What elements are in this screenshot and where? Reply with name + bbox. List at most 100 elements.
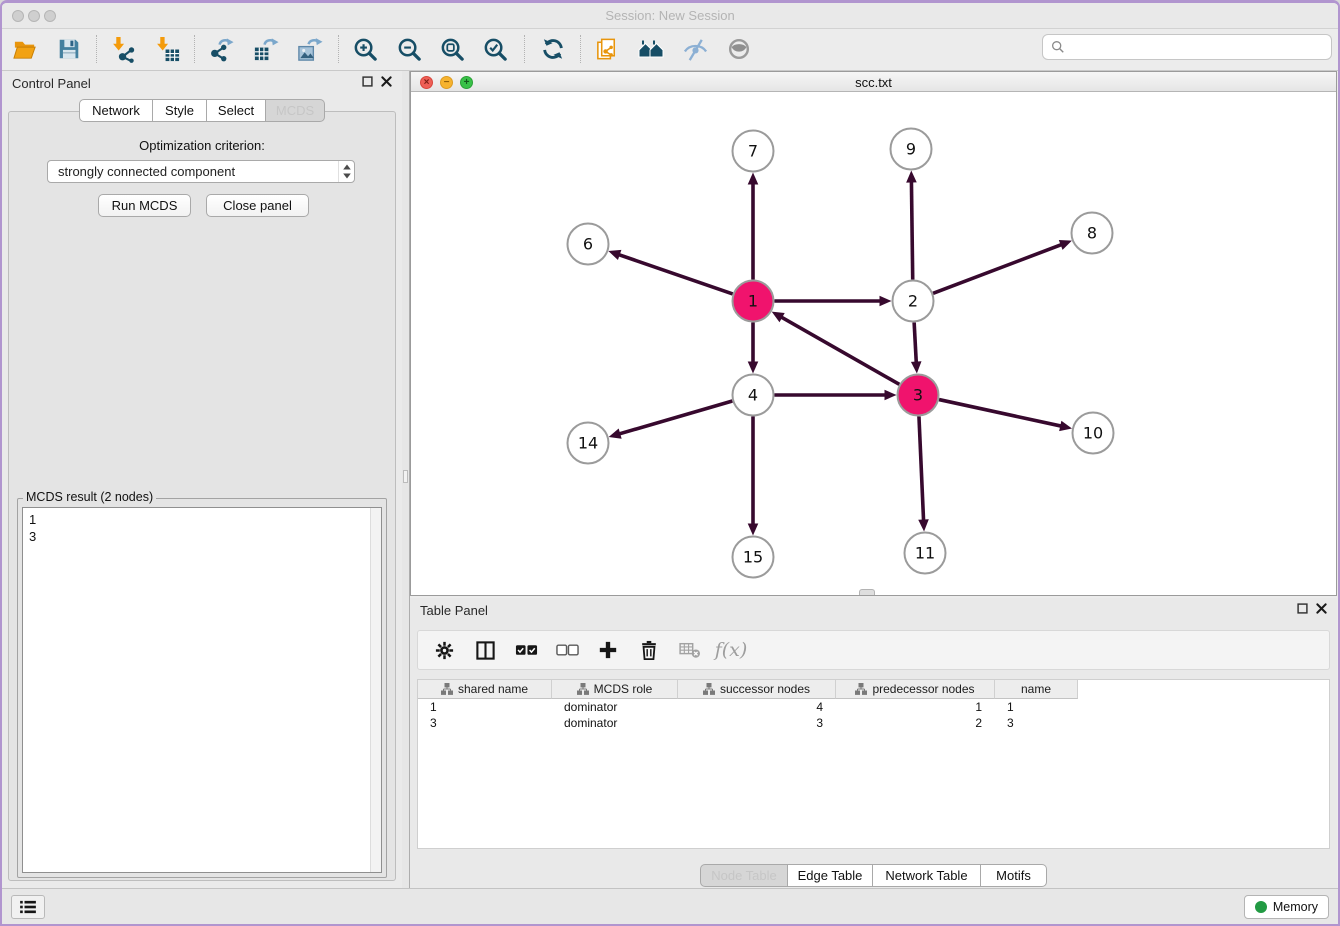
unselect-all-columns-button[interactable] (555, 638, 579, 662)
graph-edge-4-3[interactable] (775, 390, 897, 401)
table-cell[interactable]: 4 (678, 699, 836, 715)
graph-node-9[interactable]: 9 (891, 129, 932, 170)
delete-table-button[interactable] (678, 638, 702, 662)
mcds-result-text[interactable]: 1 3 (23, 508, 369, 872)
delete-column-button[interactable] (637, 638, 661, 662)
table-cell[interactable]: dominator (552, 699, 678, 715)
vertical-splitter[interactable] (402, 71, 410, 893)
splitter-grip[interactable] (403, 470, 408, 483)
close-panel-icon[interactable] (381, 76, 392, 87)
column-header-name[interactable]: name (995, 680, 1078, 699)
first-neighbors-button[interactable] (636, 33, 666, 65)
function-builder-button[interactable]: f(x) (719, 638, 743, 662)
float-panel-icon[interactable] (1297, 603, 1308, 614)
zoom-fit-button[interactable] (437, 33, 467, 65)
graph-node-4[interactable]: 4 (733, 375, 774, 416)
graph-node-1[interactable]: 1 (733, 281, 774, 322)
optimization-criterion-label: Optimization criterion: (9, 138, 395, 153)
graph-edge-1-6[interactable] (608, 250, 732, 294)
export-image-button[interactable] (294, 33, 324, 65)
table-cell[interactable]: 1 (995, 699, 1078, 715)
trash-icon (639, 640, 659, 661)
show-all-button[interactable] (724, 33, 754, 65)
show-column-browser-button[interactable] (473, 638, 497, 662)
main-toolbar (2, 29, 1338, 71)
graph-node-14[interactable]: 14 (568, 423, 609, 464)
save-session-button[interactable] (54, 33, 84, 65)
task-history-button[interactable] (11, 895, 45, 919)
zoom-in-button[interactable] (350, 33, 380, 65)
table-cell[interactable]: 1 (418, 699, 552, 715)
tab-network[interactable]: Network (79, 99, 153, 122)
graph-edge-1-2[interactable] (775, 296, 892, 307)
network-resize-handle[interactable] (859, 589, 875, 595)
float-panel-icon[interactable] (362, 76, 373, 87)
title-bar: Session: New Session (2, 3, 1338, 29)
apply-layout-button[interactable] (538, 33, 568, 65)
tab-mcds[interactable]: MCDS (266, 99, 325, 122)
graph-node-3[interactable]: 3 (898, 375, 939, 416)
network-window-titlebar: × − + scc.txt (411, 72, 1336, 92)
tab-style[interactable]: Style (153, 99, 207, 122)
right-column: × − + scc.txt 1234678910111415 Table Pan… (410, 71, 1338, 893)
graph-node-15[interactable]: 15 (733, 537, 774, 578)
close-panel-icon[interactable] (1316, 603, 1327, 614)
network-canvas[interactable]: 1 2 3 4 6 7 8 9 10 11 14 15 (411, 93, 1336, 595)
graph-edge-3-11[interactable] (918, 416, 929, 531)
table-cell[interactable]: dominator (552, 715, 678, 731)
import-network-button[interactable] (108, 33, 138, 65)
table-cell[interactable]: 2 (836, 715, 995, 731)
tab-node-table[interactable]: Node Table (700, 864, 788, 887)
table-settings-button[interactable] (432, 638, 456, 662)
graph-edge-2-3[interactable] (911, 322, 922, 373)
select-all-columns-button[interactable] (514, 638, 538, 662)
run-mcds-button[interactable]: Run MCDS (98, 194, 191, 217)
column-header-shared-name[interactable]: shared name (418, 680, 552, 699)
tab-edge-table[interactable]: Edge Table (788, 864, 873, 887)
table-cell[interactable]: 1 (836, 699, 995, 715)
graph-node-6[interactable]: 6 (568, 224, 609, 265)
tab-select[interactable]: Select (207, 99, 266, 122)
search-input[interactable] (1071, 39, 1323, 56)
import-network-icon (110, 36, 137, 63)
tab-network-table[interactable]: Network Table (873, 864, 981, 887)
zoom-selected-button[interactable] (480, 33, 510, 65)
column-header-predecessor-nodes[interactable]: predecessor nodes (836, 680, 995, 699)
graph-node-11[interactable]: 11 (905, 533, 946, 574)
graph-node-10[interactable]: 10 (1073, 413, 1114, 454)
column-header-label: successor nodes (720, 682, 810, 696)
graph-edge-4-15[interactable] (748, 417, 759, 536)
create-column-button[interactable] (596, 638, 620, 662)
graph-edge-3-1[interactable] (772, 312, 900, 385)
clone-network-button[interactable] (592, 33, 622, 65)
graph-node-2[interactable]: 2 (893, 281, 934, 322)
hide-selected-button[interactable] (680, 33, 710, 65)
open-session-button[interactable] (10, 33, 40, 65)
memory-button[interactable]: Memory (1244, 895, 1329, 919)
zoom-out-button[interactable] (394, 33, 424, 65)
graph-edge-3-10[interactable] (939, 400, 1072, 432)
export-table-button[interactable] (250, 33, 280, 65)
export-network-button[interactable] (206, 33, 236, 65)
delete-table-icon (679, 641, 701, 659)
column-header-MCDS-role[interactable]: MCDS role (552, 680, 678, 699)
columns-icon (475, 640, 496, 661)
graph-edge-2-9[interactable] (906, 170, 917, 279)
toolbar-separator (96, 35, 97, 63)
graph-node-7[interactable]: 7 (733, 131, 774, 172)
import-table-button[interactable] (152, 33, 182, 65)
graph-edge-4-14[interactable] (609, 401, 733, 439)
table-cell[interactable]: 3 (418, 715, 552, 731)
graph-edge-1-4[interactable] (748, 323, 759, 374)
graph-edge-1-7[interactable] (748, 173, 759, 280)
result-scrollbar-track[interactable] (370, 508, 381, 872)
table-cell[interactable]: 3 (995, 715, 1078, 731)
graph-node-8[interactable]: 8 (1072, 213, 1113, 254)
tab-motifs[interactable]: Motifs (981, 864, 1047, 887)
close-panel-button[interactable]: Close panel (206, 194, 309, 217)
graph-edge-2-8[interactable] (933, 240, 1072, 293)
table-cell[interactable]: 3 (678, 715, 836, 731)
column-header-successor-nodes[interactable]: successor nodes (678, 680, 836, 699)
criterion-select[interactable]: strongly connected component (47, 160, 355, 183)
network-graph: 1 2 3 4 6 7 8 9 10 11 14 15 (411, 93, 1337, 595)
